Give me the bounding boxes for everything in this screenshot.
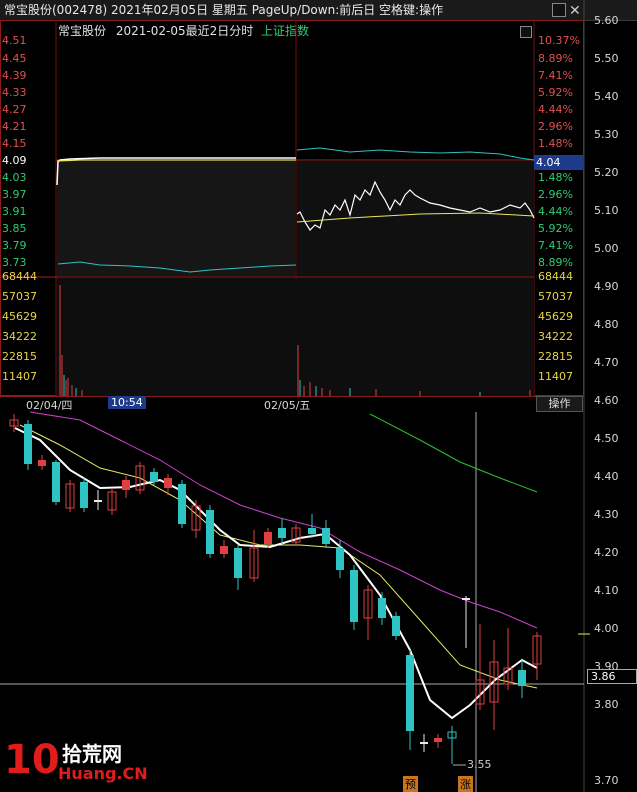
price-label: 4.45 [2,52,27,65]
volume-label: 57037 [2,290,37,303]
pct-label: 10.37% [538,34,580,47]
axis-label: 4.00 [594,622,619,635]
price-label: 4.39 [2,69,27,82]
axis-label: 5.40 [594,90,619,103]
price-label: 4.33 [2,86,27,99]
kline-cursor [0,412,584,792]
ma5-line [14,427,538,720]
pct-label: 5.92% [538,86,573,99]
pct-label: 7.41% [538,239,573,252]
volume-label: 11407 [538,370,573,383]
axis-label: 4.70 [594,356,619,369]
site-logo: 10 拾荒网 Huang.CN [4,737,148,788]
axis-label: 4.50 [594,432,619,445]
day1-label: 02/04/四 [26,399,73,412]
axis-label: 4.10 [594,584,619,597]
day2-label: 02/05/五 [264,399,311,412]
limit-up-marker: 涨 [458,776,473,792]
pct-label: 2.96% [538,188,573,201]
forecast-marker: 预 [403,776,418,792]
volume-area [57,278,534,396]
price-label: 4.09 [2,154,27,167]
axis-label: 4.40 [594,470,619,483]
volume-label: 68444 [2,270,37,283]
price-label: 4.21 [2,120,27,133]
current-price-tag: 4.04 [534,155,584,170]
price-label: 4.03 [2,171,27,184]
price-label: 4.51 [2,34,27,47]
axis-label: 5.30 [594,128,619,141]
cursor-time: 10:54 [108,396,146,409]
day1-avg-line [56,159,296,162]
axis-label: 4.30 [594,508,619,521]
low-price-annotation: 3.55 [467,758,492,771]
ma60-line [369,413,538,493]
volume-label: 45629 [538,310,573,323]
price-label: 4.27 [2,103,27,116]
price-label: 3.73 [2,256,27,269]
pct-label: 5.92% [538,222,573,235]
pct-label: 8.89% [538,256,573,269]
axis-label: 5.50 [594,52,619,65]
pct-label: 7.41% [538,69,573,82]
logo-number: 10 [4,737,60,783]
axis-label: 4.20 [594,546,619,559]
pct-label: 8.89% [538,52,573,65]
logo-domain: Huang.CN [58,764,148,783]
axis-label: 5.00 [594,242,619,255]
day2-area [297,161,534,276]
axis-label: 5.60 [594,14,619,27]
volume-label: 45629 [2,310,37,323]
pct-label: 4.44% [538,205,573,218]
volume-label: 34222 [538,330,573,343]
volume-label: 68444 [538,270,573,283]
axis-label: 5.20 [594,166,619,179]
price-label: 3.79 [2,239,27,252]
axis-label: 4.90 [594,280,619,293]
pct-label: 1.48% [538,171,573,184]
volume-label: 34222 [2,330,37,343]
ma20-line [29,411,538,629]
axis-label: 4.60 [594,394,619,407]
pct-label: 4.44% [538,103,573,116]
volume-label: 11407 [2,370,37,383]
price-label: 3.91 [2,205,27,218]
pct-label: 2.96% [538,120,573,133]
kline-price-tag: 3.86 [587,669,637,684]
day1-area [57,161,295,276]
index-line-day2 [296,147,535,161]
price-label: 4.15 [2,137,27,150]
volume-label: 57037 [538,290,573,303]
ma10-line [19,424,538,689]
axis-label: 5.10 [594,204,619,217]
axis-label: 3.70 [594,774,619,787]
operate-button[interactable]: 操作 [536,396,583,412]
volume-label: 22815 [538,350,573,363]
logo-cn-text: 拾荒网 [62,742,122,766]
pct-label: 1.48% [538,137,573,150]
price-label: 3.97 [2,188,27,201]
volume-label: 22815 [2,350,37,363]
price-label: 3.85 [2,222,27,235]
axis-label: 4.80 [594,318,619,331]
axis-label: 3.80 [594,698,619,711]
